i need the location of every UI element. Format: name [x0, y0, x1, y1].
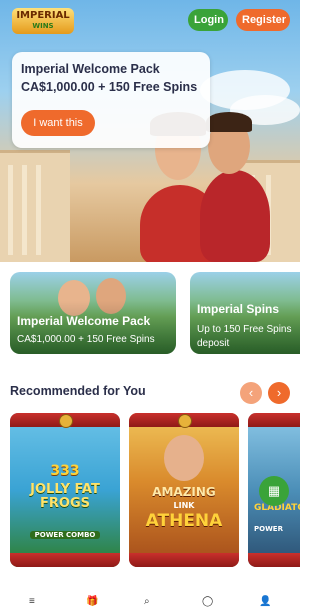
game-badge: POWER [254, 525, 283, 533]
i-want-this-button[interactable]: I want this [21, 110, 95, 136]
column [36, 165, 41, 255]
game-tile-jolly-fat-frogs[interactable]: 333 JOLLY FAT FROGS POWER COMBO [10, 413, 120, 567]
offer-title: Imperial Spins [197, 302, 280, 316]
brand-logo[interactable]: IMPERIAL WINS [12, 8, 74, 34]
offer-card-welcome[interactable]: Imperial Welcome Pack CA$1,000.00 + 150 … [10, 272, 176, 354]
welcome-promo-card: Imperial Welcome Pack CA$1,000.00 + 150 … [12, 52, 210, 148]
hero-hair [206, 112, 252, 132]
gem-icon [59, 414, 73, 428]
promo-subtitle: CA$1,000.00 + 150 Free Spins [21, 80, 198, 94]
offer-carousel: Imperial Welcome Pack CA$1,000.00 + 150 … [0, 262, 300, 372]
tile-frame [248, 413, 300, 427]
gem-icon [178, 414, 192, 428]
calendar-fab-icon[interactable]: ▦ [259, 476, 289, 506]
tile-frame [248, 553, 300, 567]
offer-title: Imperial Welcome Pack [17, 314, 151, 328]
tile-frame [10, 553, 120, 567]
game-title-main: JOLLY FAT FROGS [30, 482, 100, 511]
tile-frame [10, 413, 120, 428]
offer-subtitle: Up to 150 Free Spins [197, 324, 292, 335]
offer-subtitle: CA$1,000.00 + 150 Free Spins [17, 334, 155, 345]
menu-icon[interactable]: ≡ [29, 596, 35, 607]
carousel-prev-button[interactable]: ‹ [240, 382, 262, 404]
game-badge: POWER COMBO [30, 531, 100, 539]
game-tile-amazing-link-athena[interactable]: AMAZING LINK ATHENA [129, 413, 239, 567]
game-title-top: AMAZING [152, 485, 216, 499]
game-title-main: ATHENA [145, 511, 223, 531]
offer-subtitle-2: deposit [197, 338, 230, 349]
logo-text: IMPERIAL [16, 10, 70, 21]
game-title-top: 333 [50, 463, 80, 479]
login-button[interactable]: Login [188, 9, 228, 31]
chat-icon[interactable]: ◯ [202, 596, 213, 607]
top-header: IMPERIAL WINS Login Register [0, 0, 300, 40]
column [22, 165, 27, 255]
column [8, 165, 13, 255]
tile-frame [129, 553, 239, 567]
game-title-mid: LINK [173, 501, 195, 510]
register-button[interactable]: Register [236, 9, 290, 31]
athena-face [164, 435, 204, 481]
user-icon[interactable]: 👤 [259, 596, 271, 607]
bottom-nav [0, 590, 300, 600]
recommended-heading: Recommended for You [10, 384, 146, 398]
offer-card-spins[interactable]: Imperial Spins Up to 150 Free Spins depo… [190, 272, 300, 354]
hero-figure [200, 170, 270, 262]
logo-subtext: WINS [32, 22, 54, 30]
carousel-next-button[interactable]: › [268, 382, 290, 404]
promo-title: Imperial Welcome Pack [21, 62, 160, 76]
tile-frame [129, 413, 239, 428]
search-icon[interactable]: ⌕ [144, 596, 150, 607]
gift-icon[interactable]: 🎁 [86, 596, 98, 607]
